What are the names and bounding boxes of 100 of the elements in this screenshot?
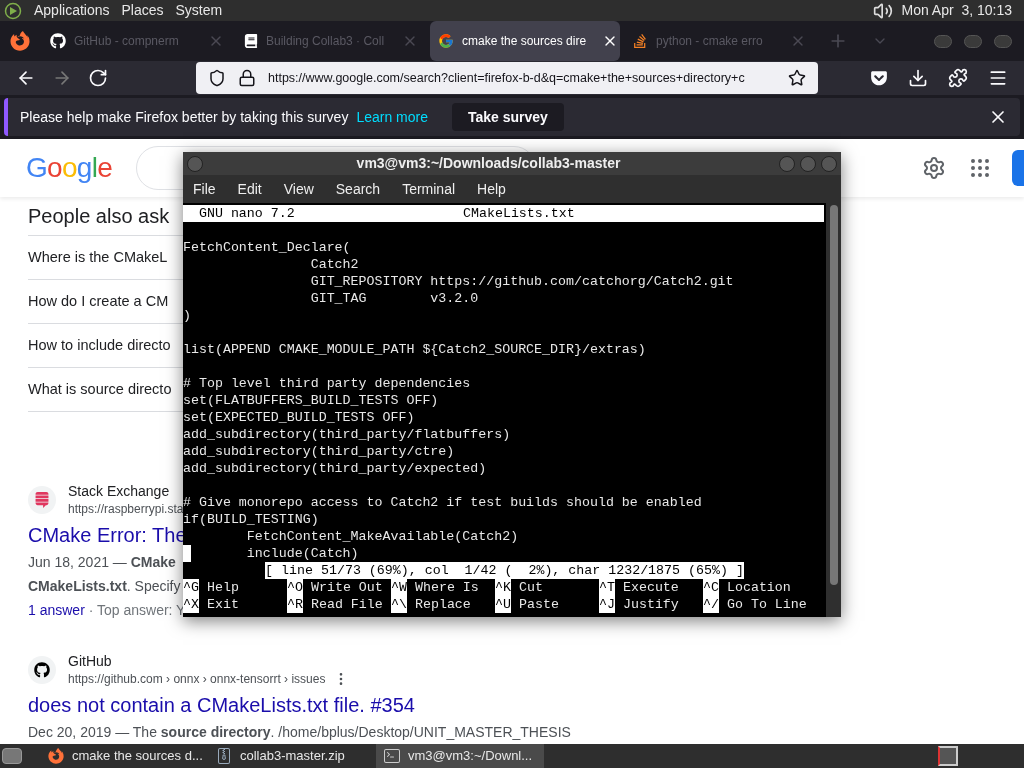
shortcut-label: Replace (414, 596, 471, 613)
take-survey-button[interactable]: Take survey (452, 103, 564, 131)
shortcut-label: Execute (622, 579, 679, 596)
result-snippet: Jun 18, 2021 — CMake (28, 553, 176, 572)
survey-message: Please help make Firefox better by taking this survey (20, 107, 349, 127)
menu-item[interactable]: File (193, 178, 216, 200)
taskbar-item[interactable]: collab3-master.zip (208, 744, 376, 768)
code-line: FetchContent_Declare( (183, 239, 352, 256)
answers-link[interactable]: 1 answer (28, 602, 85, 618)
book-icon (244, 34, 258, 49)
tab-title: python - cmake erro (656, 33, 763, 51)
shortcut-key: ^X (183, 596, 199, 613)
learn-more-link[interactable]: Learn more (356, 106, 428, 128)
menu-item[interactable]: View (283, 178, 314, 200)
sign-in-button[interactable] (1012, 150, 1024, 186)
result-snippet: CMakeLists.txt. Specify (28, 577, 181, 596)
code-line: list(APPEND CMAKE_MODULE_PATH ${Catch2_SOURCE_DIR}/extras) (183, 341, 647, 358)
code-line: GIT_TAG v3.2.0 (309, 290, 480, 307)
nano-version: GNU nano 7.2 (197, 205, 296, 222)
shortcut-key: ^C (703, 579, 719, 596)
firefox-icon (48, 748, 64, 764)
google-logo[interactable]: Google (26, 147, 113, 189)
window-control-icon[interactable] (934, 34, 952, 48)
logo-icon (4, 1, 22, 20)
result-snippet: Dec 20, 2019 — The source directory. /home/bplus/Desktop/UNIT_MASTER_THESIS (28, 723, 571, 742)
reload-icon[interactable] (88, 68, 108, 89)
url-bar[interactable]: https://www.google.com/search?client=firefox-b-d&q=cmake+the+sources+directory+c (196, 62, 818, 95)
tab-title: Building Collab3 · Coll (266, 33, 385, 51)
shortcut-label: Paste (518, 596, 559, 613)
shortcut-key: ^/ (703, 596, 719, 613)
taskbar-label: collab3-master.zip (240, 747, 345, 766)
terminal-icon (384, 748, 400, 764)
google-icon (438, 33, 454, 50)
clock[interactable]: Mon Apr 3, 10:13 (901, 0, 1012, 21)
menu-item[interactable]: Terminal (402, 178, 456, 200)
download-icon[interactable] (908, 68, 928, 89)
shortcut-key: ^\ (391, 596, 407, 613)
settings-icon[interactable] (922, 156, 946, 180)
menu-item[interactable]: Search (335, 178, 381, 200)
panel-menu[interactable]: Places (121, 0, 164, 21)
code-line: set(FLATBUFFERS_BUILD_TESTS OFF) (183, 392, 440, 409)
site-name: GitHub (68, 652, 113, 670)
code-line: if(BUILD_TESTING) (183, 512, 320, 527)
workspace-icon[interactable] (938, 746, 958, 766)
taskbar-label: vm3@vm3:~/Downl... (408, 747, 533, 766)
shortcut-key: ^U (495, 596, 511, 613)
shortcut-key: ^O (287, 579, 303, 596)
panel-menu[interactable]: System (175, 0, 223, 21)
shortcut-key: ^T (599, 579, 615, 596)
code-line: # Top level third party dependencies (183, 375, 472, 392)
code-line: set(EXPECTED_BUILD_TESTS OFF) (183, 409, 416, 426)
firefox-icon[interactable] (10, 31, 30, 52)
code-line: include(Catch) (245, 545, 359, 562)
shortcut-label: Go To Line (726, 596, 807, 613)
taskbar-label: cmake the sources d... (72, 747, 203, 766)
apps-icon[interactable] (968, 156, 992, 180)
shortcut-key: ^W (391, 579, 407, 596)
code-line: add_subdirectory(third_party/expected) (183, 460, 488, 477)
archive-icon (216, 748, 232, 764)
window-control-icon[interactable] (964, 34, 982, 48)
shortcut-label: Where Is (414, 579, 479, 596)
browser-tab[interactable]: cmake the sources dire (430, 21, 620, 62)
shortcut-label: Location (726, 579, 791, 596)
extensions-icon[interactable] (948, 68, 968, 89)
shortcut-label: Justify (622, 596, 679, 613)
tab-title: GitHub - compnerm (74, 33, 179, 51)
site-url: https://github.com › onnx › onnx-tensorrt › issues (68, 671, 326, 688)
volume-icon[interactable] (873, 0, 894, 21)
result-title[interactable]: does not contain a CMakeLists.txt file. #354 (28, 690, 415, 720)
shortcut-key: ^G (183, 579, 199, 596)
taskbar-item[interactable]: cmake the sources d... (40, 744, 208, 768)
shortcut-label: Exit (206, 596, 239, 613)
shortcut-label: Cut (518, 579, 543, 596)
code-line: Catch2 (309, 256, 360, 273)
tab-title: cmake the sources dire (462, 33, 587, 51)
code-line: ) (183, 307, 192, 324)
window-control-icon[interactable] (994, 34, 1012, 48)
code-line: add_subdirectory(third_party/flatbuffers) (183, 426, 512, 443)
github-icon (34, 662, 50, 678)
menu-item[interactable]: Edit (237, 178, 262, 200)
shield-icon (208, 69, 226, 88)
code-line: add_subdirectory(third_party/ctre) (183, 443, 456, 460)
menu-item[interactable]: Help (477, 178, 506, 200)
code-line: GIT_REPOSITORY https://github.com/catchorg/Catch2.git (309, 273, 735, 290)
panel-menu[interactable]: Applications (34, 0, 110, 21)
code-line: # Give monorepo access to Catch2 if test builds should be enabled (183, 494, 703, 510)
stack-icon (632, 33, 648, 50)
shortcut-key: ^R (287, 596, 303, 613)
pocket-icon[interactable] (870, 69, 888, 88)
bookmark-icon[interactable] (788, 69, 806, 88)
lock-icon (238, 69, 256, 88)
stack-icon (34, 492, 50, 508)
site-name: Stack Exchange (68, 482, 171, 500)
shortcut-label: Write Out (310, 579, 383, 596)
show-desktop-icon[interactable] (2, 748, 22, 764)
shortcut-key: ^K (495, 579, 511, 596)
section-title: People also ask (28, 204, 171, 229)
taskbar-item[interactable]: vm3@vm3:~/Downl... (376, 744, 544, 768)
github-icon (50, 33, 66, 50)
scroll-thumb[interactable] (829, 205, 838, 585)
